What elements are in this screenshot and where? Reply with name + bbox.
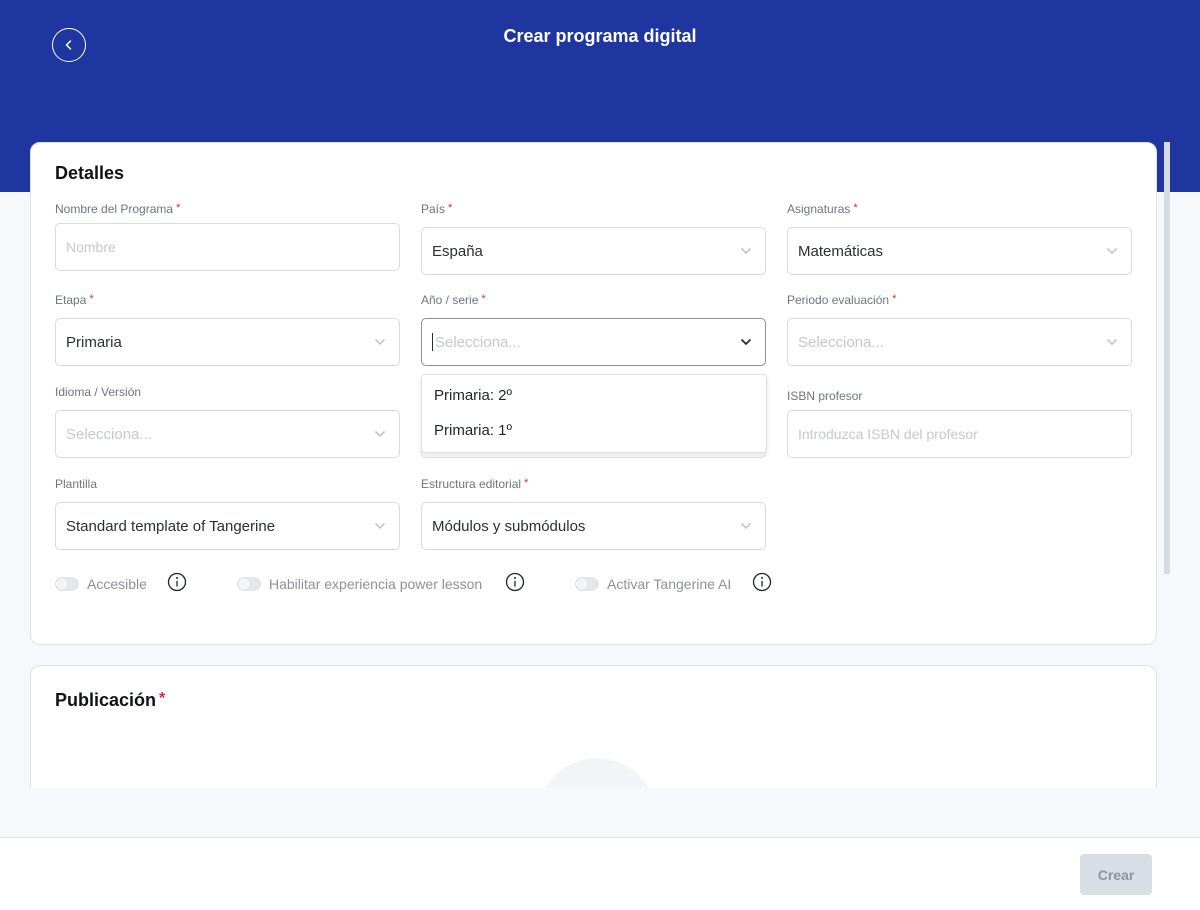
footer-bar: [0, 837, 1200, 910]
chevron-down-icon: [1105, 244, 1119, 258]
chevron-down-icon: [1105, 335, 1119, 349]
dropdown-option[interactable]: Primaria: 1º: [434, 422, 512, 439]
chevron-down-icon: [373, 427, 387, 441]
template-select[interactable]: Standard template of Tangerine: [55, 502, 400, 550]
details-title: Detalles: [55, 163, 125, 183]
create-button[interactable]: Crear: [1080, 854, 1152, 895]
year-series-dropdown: Primaria: 2º Primaria: 1º: [421, 374, 767, 453]
editorial-structure-select[interactable]: Módulos y submódulos: [421, 502, 766, 550]
dropdown-option[interactable]: Primaria: 2º: [434, 387, 512, 404]
publication-title: Publicación *: [55, 690, 166, 710]
stage-select[interactable]: Primaria: [55, 318, 400, 366]
subjects-select[interactable]: Matemáticas: [787, 227, 1132, 275]
chevron-down-icon: [373, 335, 387, 349]
chevron-down-icon: [739, 519, 753, 533]
text-caret: [432, 333, 433, 351]
chevron-down-icon: [739, 335, 753, 349]
program-name-input[interactable]: [55, 223, 400, 271]
country-select[interactable]: España: [421, 227, 766, 275]
accesible-switch[interactable]: [55, 577, 79, 591]
template-label: Plantilla: [55, 477, 98, 491]
chevron-down-icon: [373, 519, 387, 533]
toggle-tangerine-ai: Activar Tangerine AI: [575, 576, 731, 592]
page-title: Crear programa digital: [503, 26, 697, 46]
info-icon[interactable]: [752, 572, 772, 592]
evaluation-period-select[interactable]: Selecciona...: [787, 318, 1132, 366]
chevron-down-icon: [739, 244, 753, 258]
info-icon[interactable]: [505, 572, 525, 592]
country-label: País *: [421, 202, 453, 216]
year-series-label: Año / serie *: [421, 293, 486, 307]
toggle-power-lesson: Habilitar experiencia power lesson: [237, 576, 482, 592]
toggle-accesible: Accesible: [55, 576, 147, 592]
editorial-structure-label: Estructura editorial *: [421, 477, 529, 491]
subjects-label: Asignaturas *: [787, 202, 858, 216]
stage-label: Etapa *: [55, 293, 94, 307]
language-version-label: Idioma / Versión: [55, 385, 142, 399]
evaluation-period-label: Periodo evaluación *: [787, 293, 897, 307]
program-name-label: Nombre del Programa *: [55, 202, 181, 216]
language-version-select[interactable]: Selecciona...: [55, 410, 400, 458]
info-icon[interactable]: [167, 572, 187, 592]
tangerine-ai-switch[interactable]: [575, 577, 599, 591]
power-lesson-switch[interactable]: [237, 577, 261, 591]
scrollbar-thumb[interactable]: [1165, 142, 1170, 574]
year-series-select[interactable]: Selecciona...: [421, 318, 766, 366]
teacher-isbn-label: ISBN profesor: [787, 389, 863, 403]
teacher-isbn-input[interactable]: [787, 410, 1132, 458]
